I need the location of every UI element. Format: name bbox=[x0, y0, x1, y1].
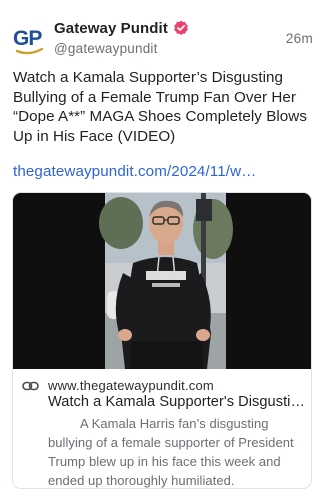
link-preview-domain: www.thegatewaypundit.com bbox=[48, 377, 214, 393]
post-header: GP Gateway Pundit @gatewaypundit 26m bbox=[12, 16, 313, 60]
gateway-pundit-logo-icon: GP bbox=[13, 27, 43, 55]
link-preview-meta: www.thegatewaypundit.com Watch a Kamala … bbox=[13, 369, 311, 488]
author-name-row: Gateway Pundit bbox=[54, 18, 189, 38]
link-preview-title[interactable]: Watch a Kamala Supporter's Disgusti… bbox=[48, 393, 303, 412]
link-preview-image[interactable] bbox=[13, 193, 311, 369]
author-display-name[interactable]: Gateway Pundit bbox=[54, 20, 168, 37]
post[interactable]: GP Gateway Pundit @gatewaypundit 26m Wat… bbox=[0, 0, 325, 500]
author-block: Gateway Pundit @gatewaypundit bbox=[54, 18, 189, 56]
link-preview-card[interactable]: www.thegatewaypundit.com Watch a Kamala … bbox=[12, 192, 312, 489]
post-timestamp: 26m bbox=[285, 31, 313, 46]
avatar-logo-text: GP bbox=[13, 27, 42, 50]
link-preview-description: A Kamala Harris fan’s disgusting bullyin… bbox=[48, 416, 294, 488]
post-text: Watch a Kamala Supporter’s Disgusting Bu… bbox=[13, 69, 307, 145]
link-chain-icon bbox=[22, 379, 39, 391]
author-handle[interactable]: @gatewaypundit bbox=[54, 41, 189, 56]
link-preview-domain-row: www.thegatewaypundit.com bbox=[22, 377, 214, 393]
verified-badge-icon bbox=[173, 20, 189, 36]
avatar[interactable]: GP bbox=[12, 18, 48, 58]
post-link[interactable]: thegatewaypundit.com/2024/11/w… bbox=[13, 162, 313, 182]
